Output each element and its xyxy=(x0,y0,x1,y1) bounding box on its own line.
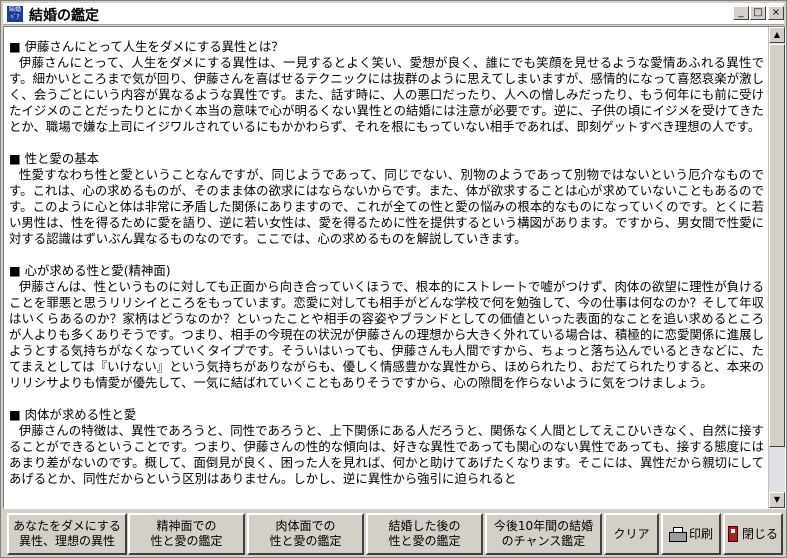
scroll-down-button[interactable]: ▼ xyxy=(769,492,785,508)
reading-content: ■ 伊藤さんにとって人生をダメにする異性とは？ 伊藤さんにとって、人生をダメにす… xyxy=(9,39,764,503)
button-label-line1: 肉体面での xyxy=(275,519,336,533)
button-label-line2: のチャンス鑑定 xyxy=(501,534,586,548)
scroll-up-button[interactable]: ▲ xyxy=(769,27,785,43)
vertical-scrollbar[interactable]: ▲ ▼ xyxy=(768,27,785,508)
clear-label: クリア xyxy=(613,526,650,541)
exit-door-icon xyxy=(727,526,738,542)
button-label-line1: 結婚した後の xyxy=(388,519,461,533)
button-label-line1: あなたをダメにする xyxy=(13,519,121,533)
section-mental: ■ 心が求める性と愛(精神面) 伊藤さんは、性というものに対しても正面から向き合… xyxy=(9,263,764,391)
button-label-line1: 今後10年間の結婚 xyxy=(493,519,594,533)
mental-reading-button[interactable]: 精神面での 性と愛の鑑定 xyxy=(128,513,245,555)
clear-button[interactable]: クリア xyxy=(604,513,659,555)
section-basics: ■ 性と愛の基本 性愛すなわち性と愛ということなんですが、同じようであって、同じ… xyxy=(9,151,764,247)
print-button[interactable]: 印刷 xyxy=(661,513,721,555)
minimize-button[interactable]: _ xyxy=(733,6,749,20)
maximize-button[interactable]: □ xyxy=(750,6,766,20)
close-label: 閉じる xyxy=(741,526,778,541)
bottom-toolbar: あなたをダメにする 異性、理想の異性 精神面での 性と愛の鑑定 肉体面での 性と… xyxy=(3,511,786,557)
close-app-button[interactable]: 閉じる xyxy=(723,513,783,555)
button-label-line2: 性と愛の鑑定 xyxy=(150,534,223,548)
section-heading: ■ 肉体が求める性と愛 xyxy=(9,407,137,422)
reading-text-area[interactable]: ■ 伊藤さんにとって人生をダメにする異性とは？ 伊藤さんにとって、人生をダメにす… xyxy=(3,26,786,509)
section-body: 性愛すなわち性と愛ということなんですが、同じようであって、同じでない、別物のよう… xyxy=(9,167,764,246)
app-window: 結婚ﾍﾟｱ 結婚の鑑定 _ □ × ■ 伊藤さんにとって人生をダメにする異性とは… xyxy=(0,0,787,558)
section-body: 伊藤さんにとって、人生をダメにする異性は、一見するとよく笑い、愛想が良く、誰にで… xyxy=(9,55,764,134)
after-marriage-reading-button[interactable]: 結婚した後の 性と愛の鑑定 xyxy=(366,513,483,555)
print-label: 印刷 xyxy=(688,526,713,541)
ten-year-chance-button[interactable]: 今後10年間の結婚 のチャンス鑑定 xyxy=(485,513,602,555)
section-bad-partner: ■ 伊藤さんにとって人生をダメにする異性とは？ 伊藤さんにとって、人生をダメにす… xyxy=(9,39,764,135)
window-title: 結婚の鑑定 xyxy=(29,8,99,24)
button-label-line1: 精神面での xyxy=(156,519,217,533)
section-heading: ■ 心が求める性と愛(精神面) xyxy=(9,263,171,278)
button-label-line2: 性と愛の鑑定 xyxy=(388,534,461,548)
section-body: 伊藤さんは、性というものに対しても正面から向き合っていくほうで、根本的にストレー… xyxy=(9,279,764,390)
app-logo-icon: 結婚ﾍﾟｱ xyxy=(7,6,23,22)
section-body: 伊藤さんの特徴は、異性であろうと、同性であろうと、上下関係にある人だろうと、関係… xyxy=(9,423,764,486)
close-window-button[interactable]: × xyxy=(768,6,784,20)
section-heading: ■ 伊藤さんにとって人生をダメにする異性とは？ xyxy=(9,39,284,54)
section-heading: ■ 性と愛の基本 xyxy=(9,151,99,166)
bad-partner-reading-button[interactable]: あなたをダメにする 異性、理想の異性 xyxy=(7,513,127,555)
physical-reading-button[interactable]: 肉体面での 性と愛の鑑定 xyxy=(247,513,364,555)
button-label-line2: 性と愛の鑑定 xyxy=(269,534,342,548)
printer-icon xyxy=(668,527,687,542)
button-label-line2: 異性、理想の異性 xyxy=(18,534,115,548)
section-physical: ■ 肉体が求める性と愛 伊藤さんの特徴は、異性であろうと、同性であろうと、上下関… xyxy=(9,407,764,487)
scroll-thumb[interactable] xyxy=(769,44,785,447)
title-bar[interactable]: 結婚ﾍﾟｱ 結婚の鑑定 _ □ × xyxy=(3,3,784,25)
